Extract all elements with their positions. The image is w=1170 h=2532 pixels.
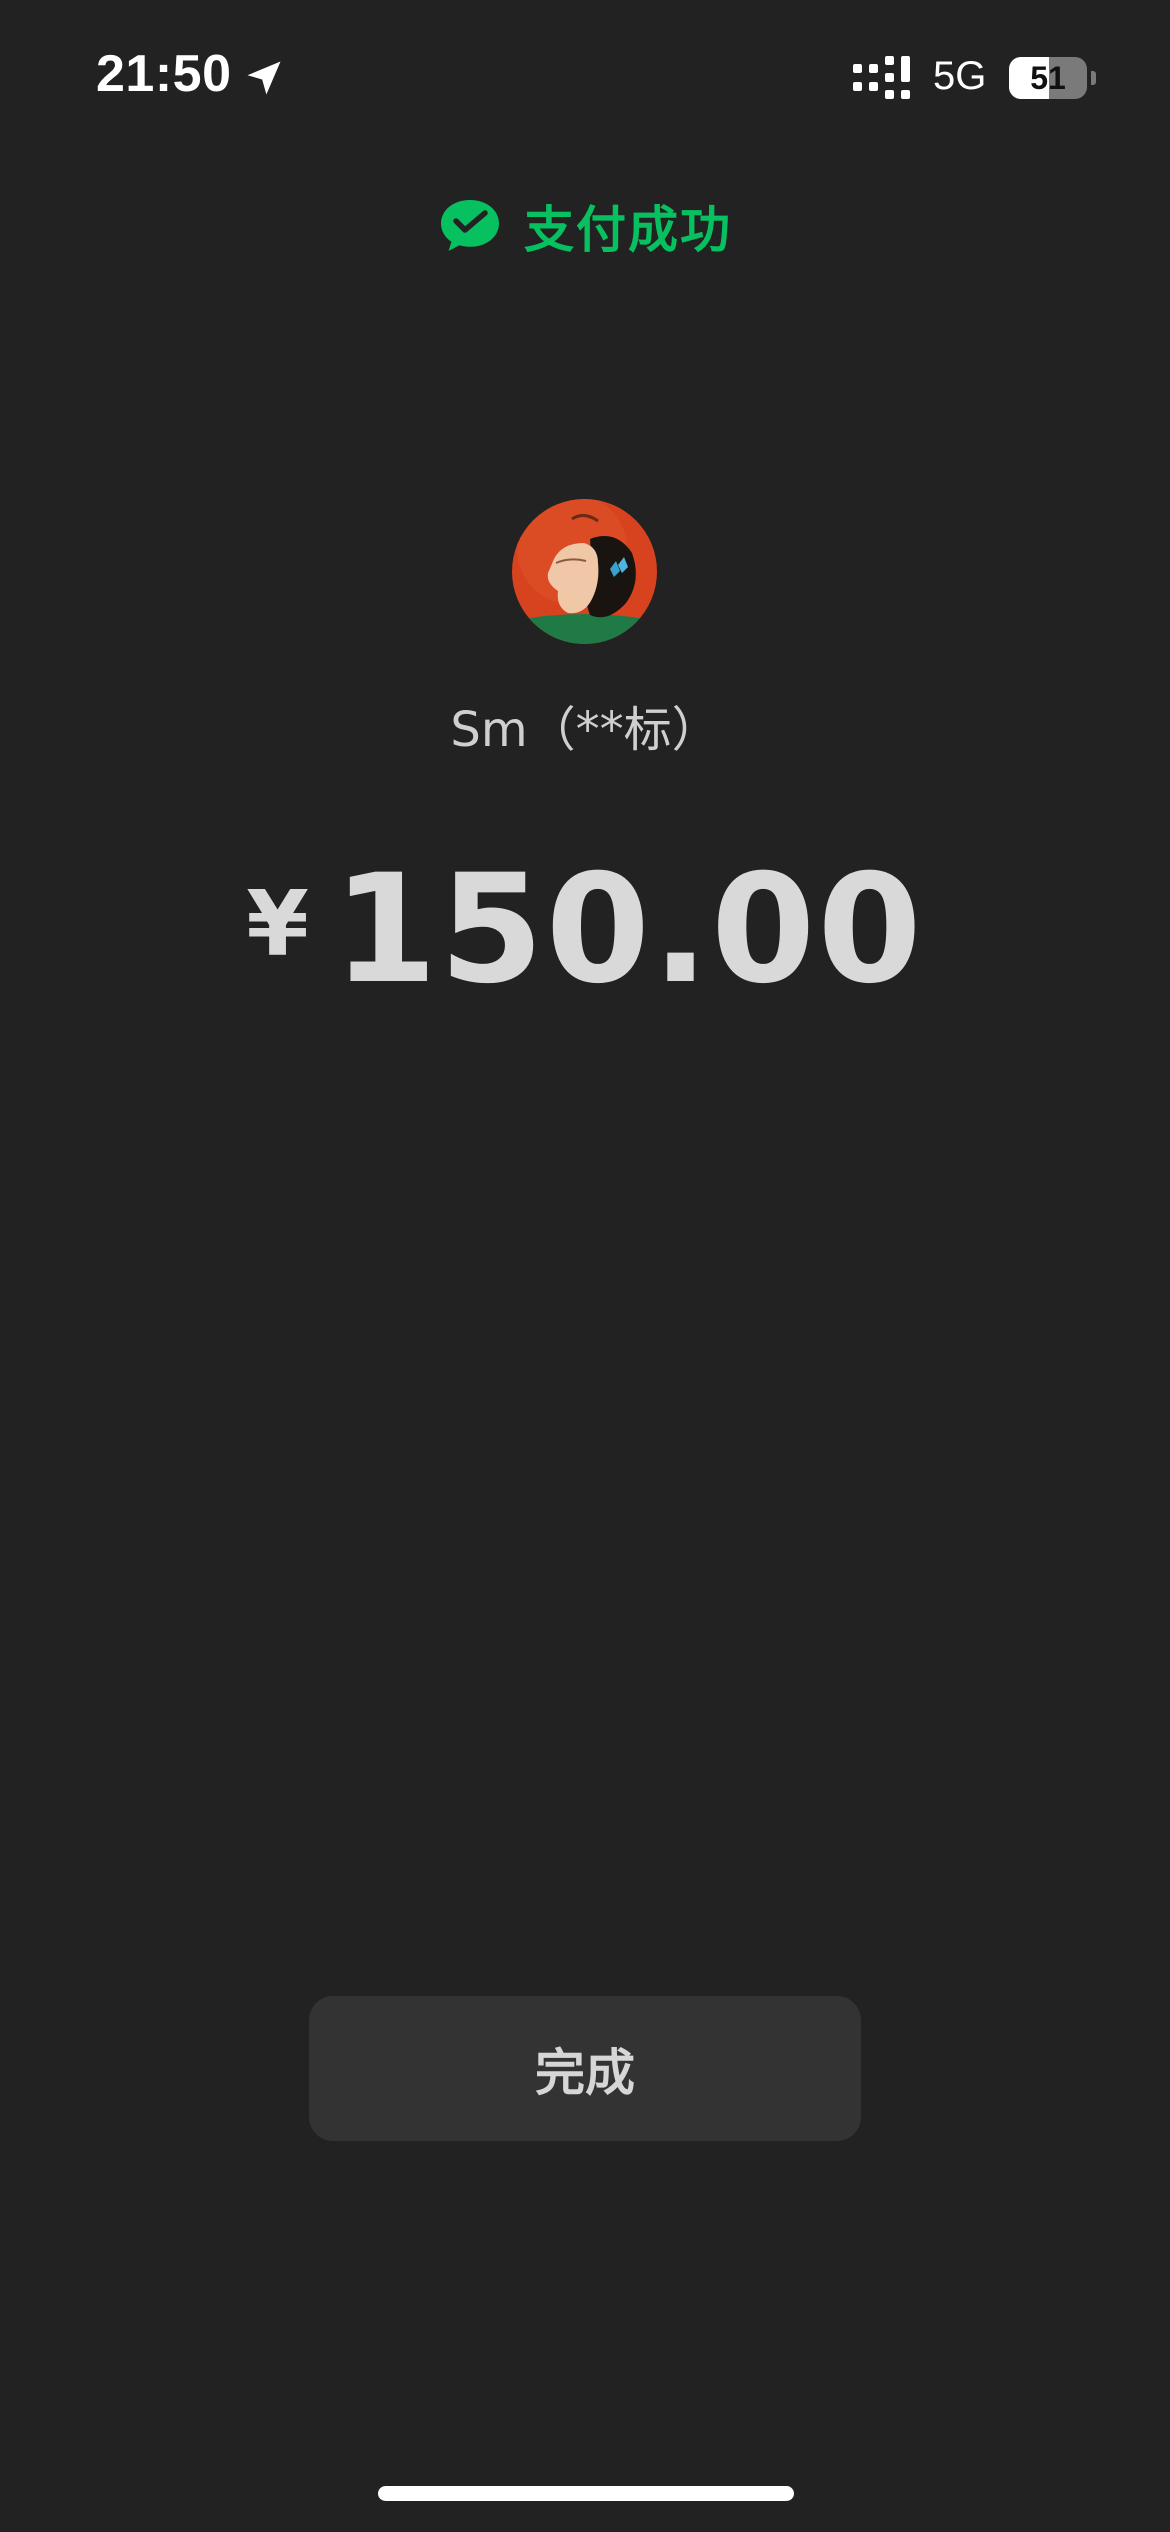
payment-success-title: 支付成功 (524, 201, 732, 259)
battery-level: 51 (1030, 60, 1066, 96)
payment-amount: ¥ 150.00 (0, 850, 1170, 1010)
status-time: 21:50 (96, 45, 232, 103)
amount-value: 150.00 (332, 843, 924, 1017)
payee-avatar-image (512, 499, 657, 644)
payee-avatar (512, 499, 657, 644)
cellular-signal-icon (853, 56, 910, 99)
currency-symbol: ¥ (246, 872, 309, 977)
wechat-pay-icon (441, 200, 499, 251)
location-arrow-icon (247, 61, 281, 95)
network-type-label: 5G (933, 54, 987, 98)
home-indicator[interactable] (378, 2486, 794, 2501)
payment-success-header: 支付成功 (0, 190, 1170, 262)
payee-name: Sm（**标） (450, 702, 720, 758)
done-button[interactable]: 完成 (309, 1996, 861, 2141)
battery-icon: 51 (1009, 57, 1087, 99)
battery-cap (1091, 71, 1096, 85)
status-bar: 21:50 5G 51 (0, 0, 1170, 150)
